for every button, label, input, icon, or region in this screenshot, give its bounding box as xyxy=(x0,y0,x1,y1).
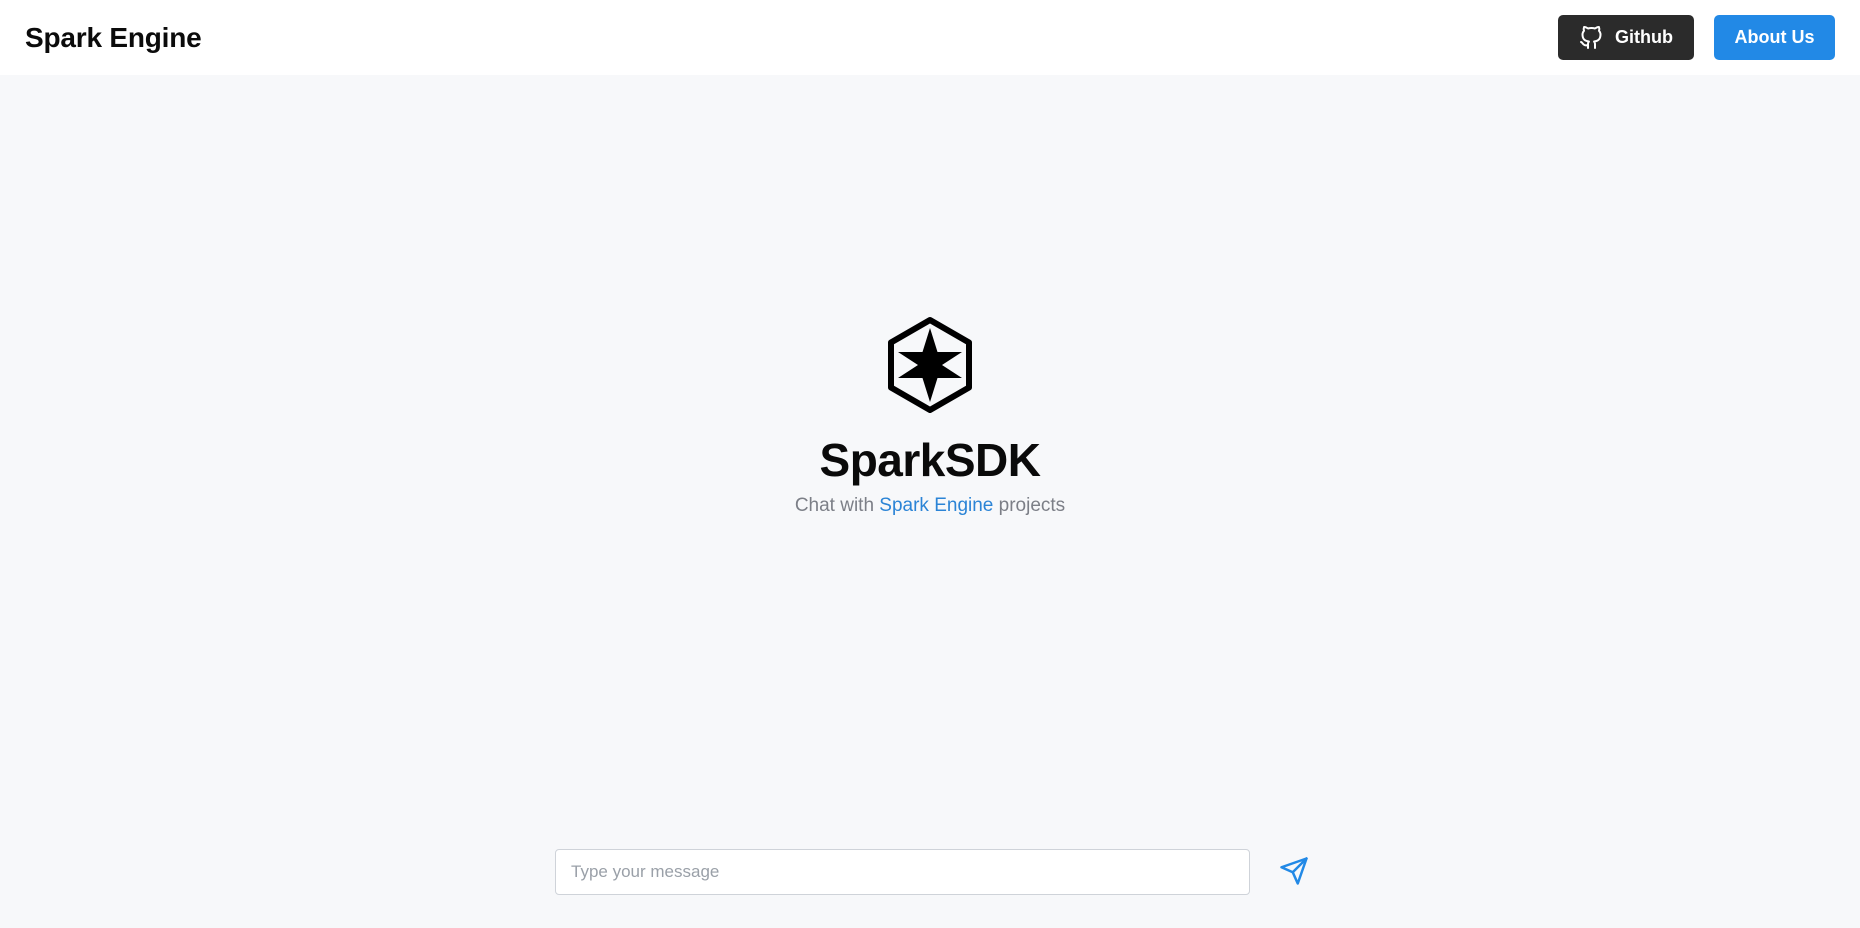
github-button[interactable]: Github xyxy=(1558,15,1694,60)
top-navbar: Spark Engine Github About Us xyxy=(0,0,1860,75)
app-root: Spark Engine Github About Us SparkSDK Ch… xyxy=(0,0,1860,928)
paper-plane-icon xyxy=(1279,856,1309,889)
subtitle-suffix: projects xyxy=(993,495,1066,516)
hero-section: SparkSDK Chat with Spark Engine projects xyxy=(0,315,1860,517)
page-title: SparkSDK xyxy=(819,434,1041,486)
github-button-label: Github xyxy=(1615,27,1673,47)
spark-engine-link[interactable]: Spark Engine xyxy=(879,495,993,516)
subtitle-prefix: Chat with xyxy=(794,495,880,516)
header-actions: Github About Us xyxy=(1558,15,1835,60)
github-icon xyxy=(1579,25,1603,51)
hero-subtitle: Chat with Spark Engine projects xyxy=(795,495,1065,517)
brand-title[interactable]: Spark Engine xyxy=(25,22,202,54)
message-input[interactable] xyxy=(555,849,1250,895)
about-us-button[interactable]: About Us xyxy=(1714,15,1835,60)
hexagon-star-logo-icon xyxy=(884,315,976,415)
message-composer xyxy=(555,849,1314,895)
send-button[interactable] xyxy=(1274,852,1314,892)
